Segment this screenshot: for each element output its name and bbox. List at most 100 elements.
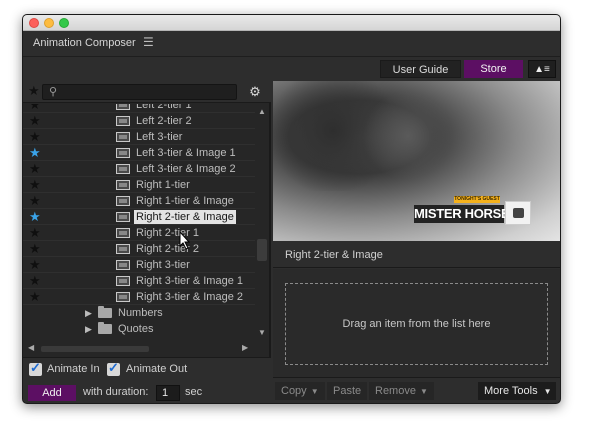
top-toolbar: User Guide Store ▲≡ (23, 58, 560, 80)
scroll-right-arrow-icon[interactable]: ▶ (242, 343, 248, 352)
animate-in-label: Animate In (47, 363, 100, 375)
favorite-star-icon[interactable]: ★ (29, 161, 41, 177)
favorite-star-icon[interactable]: ★ (29, 129, 41, 145)
preview-caption-bar: Right 2-tier & Image (273, 242, 560, 268)
favorite-star-icon[interactable]: ★ (29, 177, 41, 193)
search-row: ★ ⚲ ⚙ (23, 81, 271, 103)
panel-tab: Animation Composer ☰ (23, 31, 560, 57)
preset-list-item[interactable]: ★ Left 3-tier & Image 1 (23, 145, 255, 161)
drop-target[interactable]: Drag an item from the list here (285, 283, 548, 365)
favorite-star-icon[interactable]: ★ (29, 113, 41, 129)
preset-thumbnail-icon (116, 104, 130, 110)
guest-logo-image (505, 201, 531, 225)
guest-name-text: MISTER HORSE (414, 205, 510, 223)
folder-label: Numbers (118, 307, 163, 319)
maximize-window-button[interactable] (59, 18, 69, 28)
preset-thumbnail-icon (116, 260, 130, 270)
animate-out-checkbox[interactable] (107, 360, 120, 376)
preset-list-item[interactable]: ★ Right 1-tier (23, 177, 255, 193)
folder-icon (98, 306, 112, 318)
chevron-down-icon: ▼ (310, 387, 319, 396)
preset-label: Left 3-tier & Image 1 (136, 147, 236, 159)
horizontal-scrollbar-thumb[interactable] (41, 346, 149, 352)
duration-unit-label: sec (185, 386, 203, 398)
drop-target-hint: Drag an item from the list here (342, 318, 491, 330)
search-icon: ⚲ (49, 86, 58, 98)
expand-arrow-icon[interactable]: ▶ (85, 322, 92, 336)
preview-background-blur (363, 91, 453, 181)
copy-label: Copy (281, 385, 307, 397)
preset-list-item[interactable]: ★ Right 1-tier & Image (23, 193, 255, 209)
preset-label: Right 3-tier (136, 259, 190, 271)
preset-label: Right 3-tier & Image 1 (136, 275, 243, 287)
remove-label: Remove (375, 385, 416, 397)
preview-caption: Right 2-tier & Image (285, 249, 383, 261)
expand-arrow-icon[interactable]: ▶ (85, 306, 92, 320)
search-input[interactable]: ⚲ (42, 84, 237, 100)
scroll-left-arrow-icon[interactable]: ◀ (28, 343, 34, 352)
vertical-scrollbar[interactable]: ▲ ▼ (255, 104, 269, 342)
chevron-down-icon: ▼ (543, 387, 552, 396)
horizontal-scrollbar[interactable]: ◀ ▶ (23, 342, 255, 356)
duration-label: with duration: (83, 386, 149, 398)
folder-item[interactable]: ▶ Numbers (23, 305, 255, 321)
preset-list-item[interactable]: ★ Right 3-tier & Image 1 (23, 273, 255, 289)
user-guide-button[interactable]: User Guide (380, 60, 461, 78)
preset-list-item[interactable]: ★ Left 3-tier (23, 129, 255, 145)
paste-button[interactable]: Paste (327, 382, 368, 400)
animation-composer-window: Animation Composer ☰ User Guide Store ▲≡… (22, 14, 561, 404)
preset-label: Right 1-tier (136, 179, 190, 191)
hamburger-menu-icon[interactable]: ☰ (143, 35, 154, 49)
animate-in-checkbox[interactable] (29, 360, 42, 376)
preset-label: Left 3-tier & Image 2 (136, 163, 236, 175)
preset-label: Right 2-tier & Image (134, 210, 236, 224)
folder-item[interactable]: ▶ Quotes (23, 321, 255, 337)
gear-icon[interactable]: ⚙ (246, 83, 264, 101)
close-window-button[interactable] (29, 18, 39, 28)
scroll-up-arrow-icon[interactable]: ▲ (258, 107, 266, 116)
minimize-window-button[interactable] (44, 18, 54, 28)
duration-input[interactable]: 1 (156, 385, 180, 401)
chevron-down-icon: ▼ (419, 387, 428, 396)
more-tools-button[interactable]: More Tools ▼ (478, 382, 556, 400)
favorite-star-icon[interactable]: ★ (29, 193, 41, 209)
favorite-star-icon[interactable]: ★ (29, 104, 41, 113)
preset-list-item[interactable]: ★ Right 2-tier 1 (23, 225, 255, 241)
user-menu-button[interactable]: ▲≡ (528, 60, 556, 78)
panel-title: Animation Composer (33, 37, 136, 49)
preset-list: ★ Left 2-tier 1 ★ Left 2-tier 2 ★ Left 3-tier… (23, 104, 255, 342)
preset-list-item[interactable]: ★ Right 2-tier & Image (23, 209, 255, 225)
drop-area: Drag an item from the list here (273, 269, 560, 377)
favorite-star-icon[interactable]: ★ (29, 241, 41, 257)
preset-list-item[interactable]: ★ Left 2-tier 2 (23, 113, 255, 129)
remove-button[interactable]: Remove ▼ (369, 382, 434, 400)
favorite-star-icon[interactable]: ★ (29, 225, 41, 241)
favorite-star-icon[interactable]: ★ (29, 209, 41, 225)
favorite-star-icon[interactable]: ★ (29, 273, 41, 289)
preset-label: Left 3-tier (136, 131, 183, 143)
scroll-down-arrow-icon[interactable]: ▼ (258, 328, 266, 337)
copy-button[interactable]: Copy ▼ (275, 382, 325, 400)
favorites-filter-star-icon[interactable]: ★ (28, 83, 40, 99)
window-titlebar (23, 15, 560, 31)
preset-list-item[interactable]: ★ Left 2-tier 1 (23, 104, 255, 113)
favorite-star-icon[interactable]: ★ (29, 145, 41, 161)
preset-thumbnail-icon (116, 148, 130, 158)
scrollbar-thumb[interactable] (257, 239, 267, 261)
favorite-star-icon[interactable]: ★ (29, 289, 41, 305)
preset-thumbnail-icon (116, 276, 130, 286)
bottom-toolbar: Copy ▼ Paste Remove ▼ More Tools ▼ (273, 377, 560, 403)
preset-list-item[interactable]: ★ Right 3-tier (23, 257, 255, 273)
guest-tag-text: TONIGHT'S GUEST (454, 196, 500, 203)
preset-list-item[interactable]: ★ Right 2-tier 2 (23, 241, 255, 257)
store-button[interactable]: Store (464, 60, 523, 78)
preset-thumbnail-icon (116, 244, 130, 254)
favorite-star-icon[interactable]: ★ (29, 257, 41, 273)
preset-list-item[interactable]: ★ Right 3-tier & Image 2 (23, 289, 255, 305)
preset-list-item[interactable]: ★ Left 3-tier & Image 2 (23, 161, 255, 177)
preset-label: Right 1-tier & Image (136, 195, 234, 207)
preset-thumbnail-icon (116, 164, 130, 174)
preset-thumbnail-icon (116, 212, 130, 222)
add-button[interactable]: Add (28, 385, 76, 401)
preview-viewer: TONIGHT'S GUEST MISTER HORSE (273, 81, 560, 241)
